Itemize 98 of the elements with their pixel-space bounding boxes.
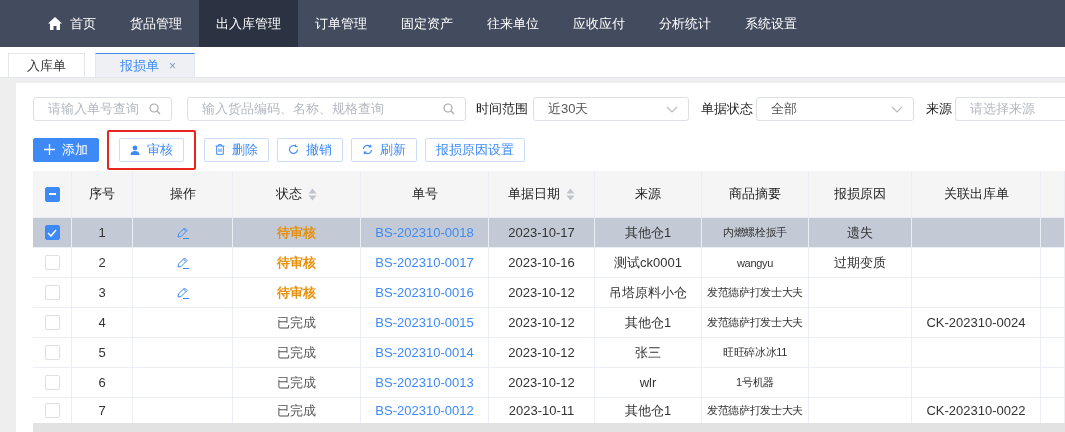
table-cell: 过期变质 (834, 253, 886, 272)
order-number-link[interactable]: BS-202310-0016 (375, 285, 474, 300)
status-select[interactable]: 全部 (756, 97, 914, 121)
chevron-down-icon (666, 105, 678, 113)
search-icon (149, 103, 161, 115)
status-text: 已完成 (277, 343, 316, 362)
status-text: 待审核 (277, 223, 316, 242)
table-cell: CK-202310-0022 (926, 403, 1026, 418)
nav-item[interactable]: 往来单位 (470, 0, 556, 47)
table-cell: wangyu (736, 256, 774, 269)
table-cell: 7 (98, 403, 106, 418)
table-cell: 其他仓1 (624, 223, 672, 242)
table-cell: 其他仓1 (624, 313, 672, 332)
edit-icon[interactable] (175, 285, 190, 300)
status-text: 待审核 (277, 283, 316, 302)
search-icon (443, 103, 455, 115)
select-all-checkbox[interactable] (44, 186, 60, 202)
table-cell: 2023-10-12 (508, 375, 575, 390)
toolbar-button[interactable]: 删除 (204, 137, 269, 162)
column-header: 单据日期 (508, 185, 560, 203)
table-cell: 内燃螺栓扳手 (722, 225, 788, 240)
order-number-link[interactable]: BS-202310-0017 (375, 255, 474, 270)
table-cell: wlr (639, 375, 657, 390)
column-header: 报损原因 (834, 185, 886, 203)
table-cell: 4 (98, 315, 106, 330)
table-cell: 2023-10-12 (508, 345, 575, 360)
column-header: 操作 (169, 185, 196, 203)
table-cell: 5 (98, 345, 106, 360)
edit-icon[interactable] (175, 225, 190, 240)
toolbar-button[interactable]: 刷新 (351, 137, 417, 162)
home-icon (48, 17, 62, 30)
refresh-icon (362, 144, 373, 155)
column-header: 状态 (276, 185, 302, 203)
filter-label: 单据状态 (701, 100, 753, 118)
table-cell: 2 (98, 255, 106, 270)
toolbar-button[interactable]: 审核 (119, 137, 184, 162)
plus-icon (44, 144, 55, 155)
sort-icon[interactable] (566, 187, 575, 201)
table-cell: 2023-10-11 (508, 403, 575, 418)
toolbar-button[interactable]: 撤销 (277, 137, 343, 162)
order-number-link[interactable]: BS-202310-0012 (375, 403, 474, 418)
table-cell: 3 (98, 285, 106, 300)
table-cell: 遗失 (847, 223, 873, 242)
table-cell: 1号机器 (736, 375, 774, 390)
status-text: 已完成 (277, 313, 316, 332)
filter-label: 时间范围 (476, 100, 528, 118)
table-row[interactable]: 3 待审核 BS-202310-0016 2023-10-12 吊塔原料小仓 发范德萨打发士大夫 (33, 278, 1065, 308)
nav-item[interactable]: 分析统计 (642, 0, 728, 47)
column-header: 关联出库单 (943, 185, 1009, 203)
table-cell: 旺旺碎冰冰11 (722, 345, 788, 360)
user-icon (130, 144, 140, 155)
column-header: 单号 (411, 185, 438, 203)
edit-icon[interactable] (175, 255, 190, 270)
sort-icon[interactable] (308, 187, 317, 201)
nav-item[interactable]: 系统设置 (728, 0, 814, 47)
chevron-down-icon (891, 105, 903, 113)
rotate-icon (288, 144, 299, 155)
table-row[interactable]: 5 已完成 BS-202310-0014 2023-10-12 张三 旺旺碎冰冰11 (33, 338, 1065, 368)
page-tab[interactable]: 入库单 (8, 53, 85, 77)
table-cell: CK-202310-0024 (926, 315, 1026, 330)
table-cell: 测试ck0001 (614, 253, 682, 272)
table-cell: 发范德萨打发士大夫 (706, 285, 804, 300)
table-row[interactable]: 2 待审核 BS-202310-0017 2023-10-16 测试ck0001 wangyu 过期变质 (33, 248, 1065, 278)
table-cell: 张三 (635, 343, 661, 362)
table-cell: 发范德萨打发士大夫 (706, 403, 804, 418)
order-number-link[interactable]: BS-202310-0014 (375, 345, 474, 360)
status-text: 已完成 (277, 373, 316, 392)
trash-icon (215, 144, 225, 155)
table-row[interactable]: 1 待审核 BS-202310-0018 2023-10-17 其他仓1 内燃螺栓扳手 遗失 (33, 218, 1065, 248)
table-cell: 2023-10-12 (508, 315, 575, 330)
column-header: 序号 (89, 185, 115, 203)
filter-label: 来源 (926, 100, 952, 118)
status-text: 已完成 (277, 401, 316, 420)
toolbar-button[interactable]: 报损原因设置 (425, 137, 525, 162)
table-cell: 6 (98, 375, 106, 390)
horizontal-scrollbar[interactable] (33, 423, 1065, 432)
nav-item[interactable]: 订单管理 (298, 0, 384, 47)
order-number-link[interactable]: BS-202310-0015 (375, 315, 474, 330)
table-row[interactable]: 4 已完成 BS-202310-0015 2023-10-12 其他仓1 发范德萨打发士大夫 CK-202310-0024 (33, 308, 1065, 338)
table-cell: 发范德萨打发士大夫 (706, 315, 804, 330)
nav-item[interactable]: 首页 (31, 0, 113, 47)
table-cell: 1 (98, 225, 106, 240)
table-row[interactable]: 6 已完成 BS-202310-0013 2023-10-12 wlr 1号机器 (33, 368, 1065, 398)
column-header: 来源 (635, 185, 661, 203)
table-cell: 2023-10-17 (508, 225, 575, 240)
nav-item[interactable]: 出入库管理 (199, 0, 298, 47)
column-header: 商品摘要 (729, 185, 781, 203)
nav-item[interactable]: 货品管理 (113, 0, 199, 47)
table-cell: 2023-10-12 (508, 285, 575, 300)
row-checkbox[interactable] (44, 225, 60, 240)
order-number-link[interactable]: BS-202310-0013 (375, 375, 474, 390)
status-text: 待审核 (277, 253, 316, 272)
time-range-select[interactable]: 近30天 (533, 97, 689, 121)
table-cell: 其他仓1 (624, 401, 672, 420)
table-cell: 2023-10-16 (508, 255, 575, 270)
nav-item[interactable]: 应收应付 (556, 0, 642, 47)
nav-item[interactable]: 固定资产 (384, 0, 470, 47)
table-cell: 吊塔原料小仓 (609, 283, 687, 302)
